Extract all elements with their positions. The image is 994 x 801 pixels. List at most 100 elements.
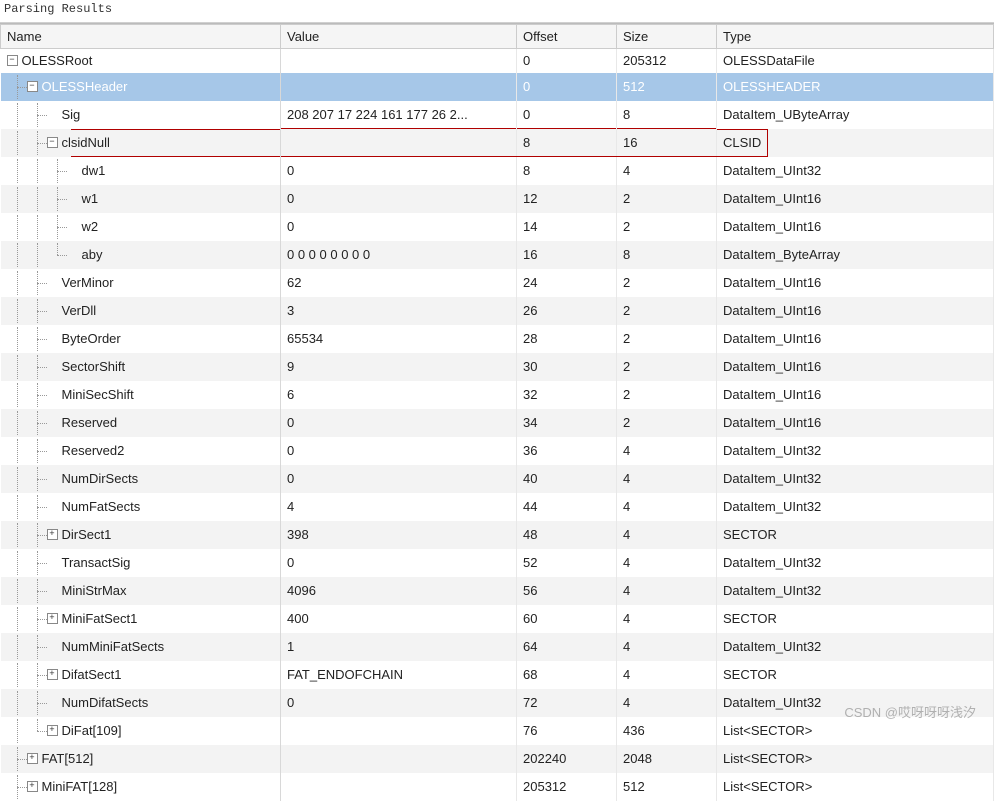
node-value: 0 (287, 555, 294, 570)
parsing-results-table: Name Value Offset Size Type OLESSRoot020… (0, 23, 994, 801)
column-header-type[interactable]: Type (717, 25, 994, 49)
table-row[interactable]: OLESSRoot0205312OLESSDataFile (1, 49, 994, 73)
node-name: w2 (82, 219, 99, 234)
table-row[interactable]: NumDirSects0404DataItem_UInt32 (1, 465, 994, 493)
expand-icon[interactable] (27, 753, 38, 764)
node-type: DataItem_UInt32 (723, 443, 821, 458)
table-row[interactable]: NumDifatSects 0 72 4 DataItem_UInt32 (1, 689, 994, 717)
table-row[interactable]: NumMiniFatSects1644DataItem_UInt32 (1, 633, 994, 661)
node-value: 62 (287, 275, 301, 290)
table-row[interactable]: DirSect1398484SECTOR (1, 521, 994, 549)
table-row[interactable]: w20142DataItem_UInt16 (1, 213, 994, 241)
node-type: DataItem_UInt32 (723, 583, 821, 598)
node-offset: 60 (523, 611, 537, 626)
node-offset: 72 (523, 695, 537, 710)
node-type: DataItem_UInt32 (723, 499, 821, 514)
node-offset: 64 (523, 639, 537, 654)
node-size: 4 (623, 611, 630, 626)
node-name: OLESSHeader (42, 79, 128, 94)
table-row[interactable]: NumFatSects4444DataItem_UInt32 (1, 493, 994, 521)
collapse-icon[interactable] (27, 81, 38, 92)
node-value: 0 (287, 695, 294, 710)
column-header-offset[interactable]: Offset (517, 25, 617, 49)
node-name: Reserved (62, 415, 118, 430)
node-type: List<SECTOR> (723, 751, 812, 766)
node-size: 2048 (623, 751, 652, 766)
table-row[interactable]: OLESSHeader0512OLESSHEADER (1, 73, 994, 101)
node-value: 9 (287, 359, 294, 374)
node-size: 2 (623, 191, 630, 206)
node-name: DiFat[109] (62, 723, 122, 738)
column-header-name[interactable]: Name (1, 25, 281, 49)
node-name: clsidNull (62, 135, 110, 150)
expand-icon[interactable] (47, 529, 58, 540)
table-row[interactable]: SectorShift9302DataItem_UInt16 (1, 353, 994, 381)
table-row[interactable]: VerMinor62242DataItem_UInt16 (1, 269, 994, 297)
node-value: 3 (287, 303, 294, 318)
table-row[interactable]: ByteOrder65534282DataItem_UInt16 (1, 325, 994, 353)
node-size: 4 (623, 443, 630, 458)
table-row[interactable]: MiniSecShift6322DataItem_UInt16 (1, 381, 994, 409)
node-offset: 8 (523, 163, 530, 178)
node-type: DataItem_UInt16 (723, 415, 821, 430)
node-offset: 40 (523, 471, 537, 486)
node-type: SECTOR (723, 527, 777, 542)
node-value: 0 (287, 191, 294, 206)
node-type: DataItem_UInt16 (723, 359, 821, 374)
collapse-icon[interactable] (7, 55, 18, 66)
column-header-size[interactable]: Size (617, 25, 717, 49)
table-row[interactable]: DiFat[109]76436List<SECTOR> (1, 717, 994, 745)
node-type: DataItem_UInt32 (723, 471, 821, 486)
node-name: DirSect1 (62, 527, 112, 542)
node-offset: 36 (523, 443, 537, 458)
table-row[interactable]: MiniFatSect1400604SECTOR (1, 605, 994, 633)
node-offset: 44 (523, 499, 537, 514)
node-type: SECTOR (723, 667, 777, 682)
node-value: 0 (287, 219, 294, 234)
node-size: 4 (623, 667, 630, 682)
expand-icon[interactable] (47, 669, 58, 680)
table-row[interactable]: aby0 0 0 0 0 0 0 0168DataItem_ByteArray (1, 241, 994, 269)
table-row[interactable]: MiniFAT[128]205312512List<SECTOR> (1, 773, 994, 801)
node-value: 0 (287, 415, 294, 430)
table-row[interactable]: VerDll3262DataItem_UInt16 (1, 297, 994, 325)
node-name: MiniFatSect1 (62, 611, 138, 626)
node-size: 4 (623, 527, 630, 542)
expand-icon[interactable] (27, 781, 38, 792)
node-name: TransactSig (62, 555, 131, 570)
node-type: OLESSHEADER (723, 79, 821, 94)
node-name: SectorShift (62, 359, 126, 374)
table-row[interactable]: MiniStrMax4096564DataItem_UInt32 (1, 577, 994, 605)
node-type: DataItem_UInt16 (723, 387, 821, 402)
node-size: 4 (623, 695, 630, 710)
node-value: 4 (287, 499, 294, 514)
node-value: FAT_ENDOFCHAIN (287, 667, 403, 682)
table-row[interactable]: dw1084DataItem_UInt32 (1, 157, 994, 185)
node-name: FAT[512] (42, 751, 94, 766)
table-row[interactable]: w10122DataItem_UInt16 (1, 185, 994, 213)
node-size: 4 (623, 583, 630, 598)
node-size: 16 (623, 135, 637, 150)
table-row[interactable]: FAT[512]2022402048List<SECTOR> (1, 745, 994, 773)
node-name: VerMinor (62, 275, 114, 290)
table-row[interactable]: Reserved0342DataItem_UInt16 (1, 409, 994, 437)
node-offset: 68 (523, 667, 537, 682)
node-size: 4 (623, 499, 630, 514)
node-type: DataItem_UInt32 (723, 695, 821, 710)
node-offset: 205312 (523, 779, 566, 794)
node-value: 208 207 17 224 161 177 26 2... (287, 107, 468, 122)
node-size: 4 (623, 471, 630, 486)
table-row[interactable]: DifatSect1FAT_ENDOFCHAIN684SECTOR (1, 661, 994, 689)
node-size: 512 (623, 79, 645, 94)
node-name: Reserved2 (62, 443, 125, 458)
column-header-value[interactable]: Value (281, 25, 517, 49)
expand-icon[interactable] (47, 613, 58, 624)
collapse-icon[interactable] (47, 137, 58, 148)
node-offset: 0 (523, 53, 530, 68)
node-name: MiniSecShift (62, 387, 134, 402)
node-name: NumDifatSects (62, 695, 149, 710)
table-row[interactable]: TransactSig0524DataItem_UInt32 (1, 549, 994, 577)
table-row[interactable]: Reserved20364DataItem_UInt32 (1, 437, 994, 465)
table-row[interactable]: Sig208 207 17 224 161 177 26 2...08DataI… (1, 101, 994, 129)
table-row[interactable]: clsidNull816CLSID (1, 129, 994, 157)
